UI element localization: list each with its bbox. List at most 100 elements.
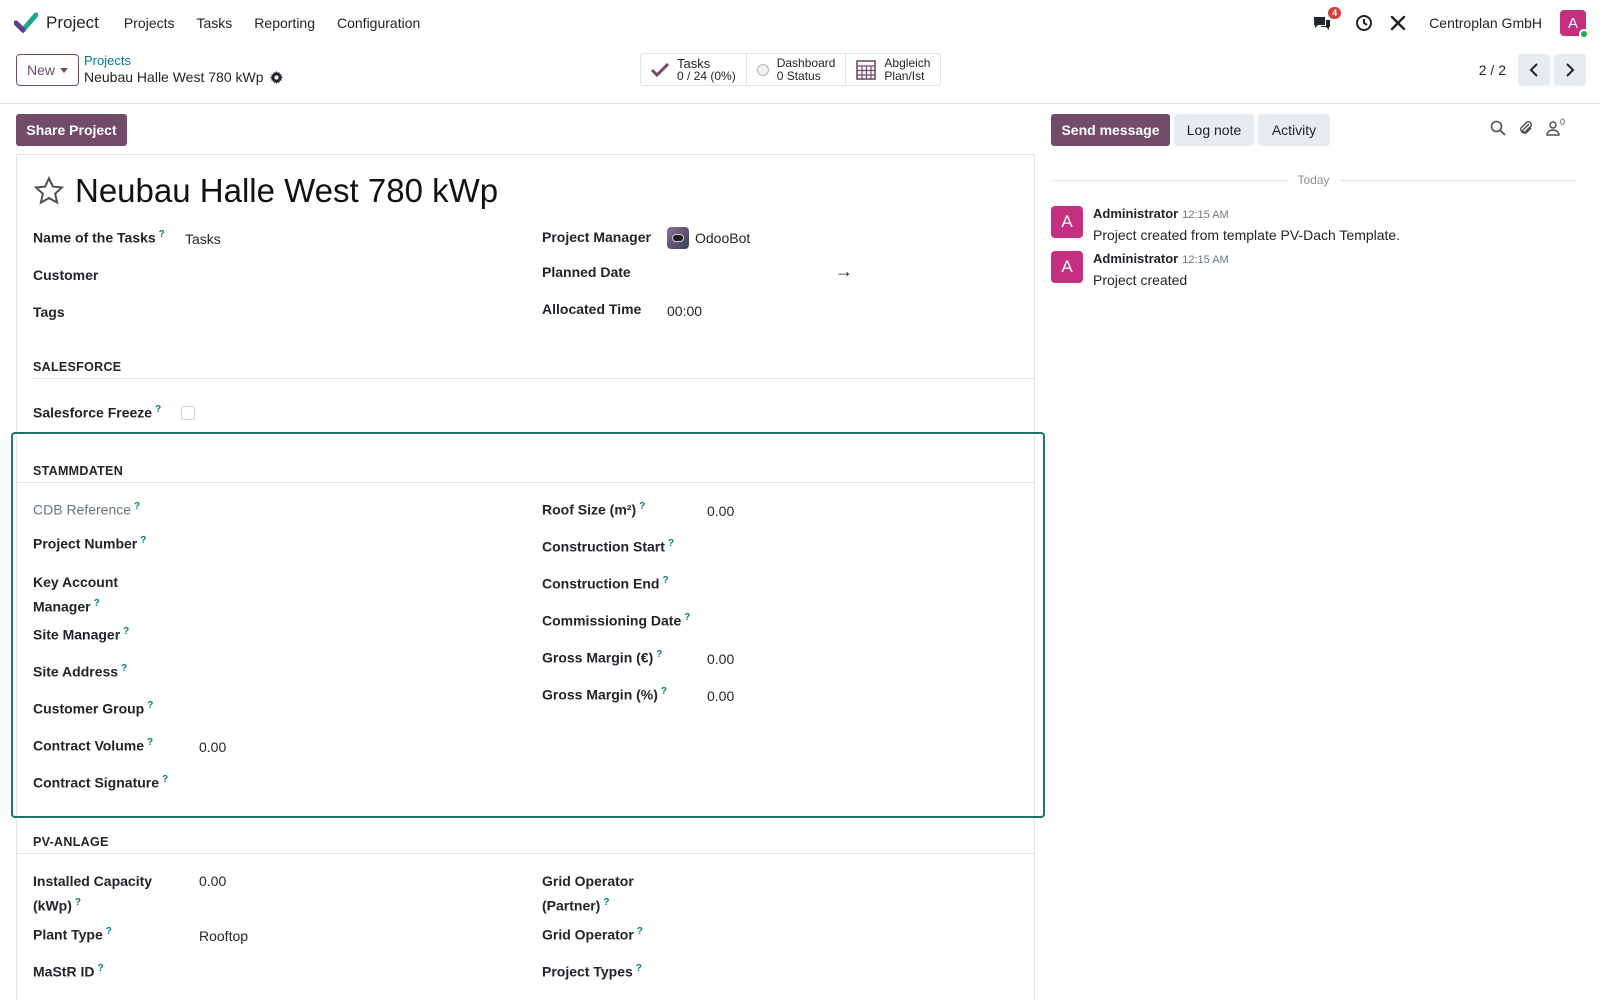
smart-buttons: Tasks 0 / 24 (0%) Dashboard 0 Status Abg… [640,53,942,86]
dashboard-smart-button[interactable]: Dashboard 0 Status [747,54,847,85]
installed-capacity-field[interactable]: 0.00 [199,873,226,889]
followers-button[interactable]: 0 [1546,117,1565,136]
help-icon[interactable]: ? [637,926,643,937]
allocated-time-label: Allocated Time [542,301,642,317]
message-author[interactable]: Administrator [1093,206,1178,221]
odoobot-avatar [667,227,689,249]
check-icon [651,62,669,77]
activity-button[interactable] [1353,12,1375,34]
help-icon[interactable]: ? [97,963,103,974]
chat-icon [1314,17,1331,30]
star-icon[interactable] [33,175,65,207]
chevron-right-icon [1566,63,1575,77]
user-initial: A [1567,14,1578,32]
chatter-message: A Administrator 12:15 AM Project created … [1051,206,1400,243]
planned-date-label: Planned Date [542,264,631,280]
stammdaten-highlight-frame [11,432,1045,818]
user-avatar[interactable]: A [1560,10,1589,39]
customer-label: Customer [33,267,99,283]
gear-icon[interactable] [269,70,283,84]
abgleich-sub: Plan/Ist [884,68,925,83]
tools-icon [1390,15,1406,31]
message-time: 12:15 AM [1182,209,1229,221]
share-project-button[interactable]: Share Project [16,114,127,146]
plant-type-field[interactable]: Rooftop [199,928,248,944]
breadcrumb-current: Neubau Halle West 780 kWp [84,69,264,85]
new-label: New [26,62,55,78]
dashboard-status: 0 Status [776,68,821,83]
chatter-message: A Administrator 12:15 AM Project created [1051,251,1229,288]
author-avatar[interactable]: A [1051,206,1083,238]
help-icon[interactable]: ? [106,926,112,937]
pager-value[interactable]: 2 / 2 [1479,62,1506,78]
table-icon [856,59,877,80]
date-separator-label: Today [1297,173,1330,187]
author-avatar[interactable]: A [1051,251,1083,283]
allocated-time-field[interactable]: 00:00 [667,303,702,319]
control-panel: New Projects Neubau Halle West 780 kWp T… [0,46,1600,104]
user-lock-icon [1546,121,1560,136]
project-title[interactable]: Neubau Halle West 780 kWp [75,172,498,210]
pager-previous-button[interactable] [1518,54,1550,86]
tasks-label: Tasks [677,55,711,71]
project-manager-field[interactable]: OdooBot [667,227,750,249]
app-logo[interactable]: Project [14,12,113,34]
new-button[interactable]: New [16,54,79,86]
installed-capacity-label: Installed Capacity (kWp)? [33,873,153,914]
section-divider [17,853,1034,854]
tags-label: Tags [33,304,65,320]
app-name[interactable]: Project [46,13,99,33]
project-manager-label: Project Manager [542,229,651,245]
menu-projects[interactable]: Projects [113,15,186,31]
help-icon[interactable]: ? [75,897,81,908]
debug-button[interactable] [1387,12,1409,34]
send-message-button[interactable]: Send message [1051,114,1170,146]
salesforce-freeze-label: Salesforce Freeze? [33,404,162,421]
chat-badge: 4 [1328,7,1342,19]
company-switcher[interactable]: Centroplan GmbH [1429,15,1542,31]
help-icon[interactable]: ? [603,897,609,908]
salesforce-freeze-checkbox[interactable] [181,406,195,420]
project-types-label: Project Types? [542,963,642,980]
message-body: Project created from template PV-Dach Te… [1093,227,1401,243]
search-icon[interactable] [1490,120,1506,136]
customer-field[interactable] [185,265,505,285]
pager-next-button[interactable] [1554,54,1586,86]
mastr-id-label: MaStR ID? [33,963,104,980]
activity-button[interactable]: Activity [1258,114,1330,146]
tags-field[interactable] [185,302,505,322]
project-logo-icon [14,12,38,34]
status-circle-icon [756,63,769,76]
menu-configuration[interactable]: Configuration [326,15,431,31]
breadcrumb-projects-link[interactable]: Projects [84,53,283,68]
log-note-button[interactable]: Log note [1174,114,1254,146]
dashboard-label: Dashboard [776,55,836,70]
chevron-left-icon [1529,63,1538,77]
help-icon[interactable]: ? [159,229,165,240]
section-divider [33,378,1034,379]
help-icon[interactable]: ? [155,404,161,415]
project-manager-value: OdooBot [695,230,751,246]
tasks-smart-button[interactable]: Tasks 0 / 24 (0%) [641,54,747,85]
date-separator: Today [1051,173,1576,187]
message-time: 12:15 AM [1182,254,1229,266]
paperclip-icon[interactable] [1518,120,1534,136]
tasks-count: 0 / 24 (0%) [677,68,736,83]
menu-reporting[interactable]: Reporting [243,15,326,31]
pager: 2 / 2 [1479,54,1586,86]
abgleich-smart-button[interactable]: Abgleich Plan/Ist [846,54,940,85]
name-of-tasks-field[interactable]: Tasks [185,231,221,247]
menu-tasks[interactable]: Tasks [186,15,244,31]
top-navbar: Project Projects Tasks Reporting Configu… [0,0,1600,46]
section-salesforce: SALESFORCE [33,360,122,374]
message-author[interactable]: Administrator [1093,251,1178,266]
grid-operator-partner-label: Grid Operator (Partner)? [542,873,634,914]
date-range-arrow-icon: → [835,261,853,281]
grid-operator-label: Grid Operator? [542,926,643,943]
plant-type-label: Plant Type? [33,926,112,943]
caret-down-icon [60,67,68,73]
name-of-tasks-label: Name of the Tasks? [33,229,165,246]
chat-button[interactable]: 4 [1311,7,1342,34]
breadcrumb: Projects Neubau Halle West 780 kWp [84,53,283,85]
help-icon[interactable]: ? [636,963,642,974]
